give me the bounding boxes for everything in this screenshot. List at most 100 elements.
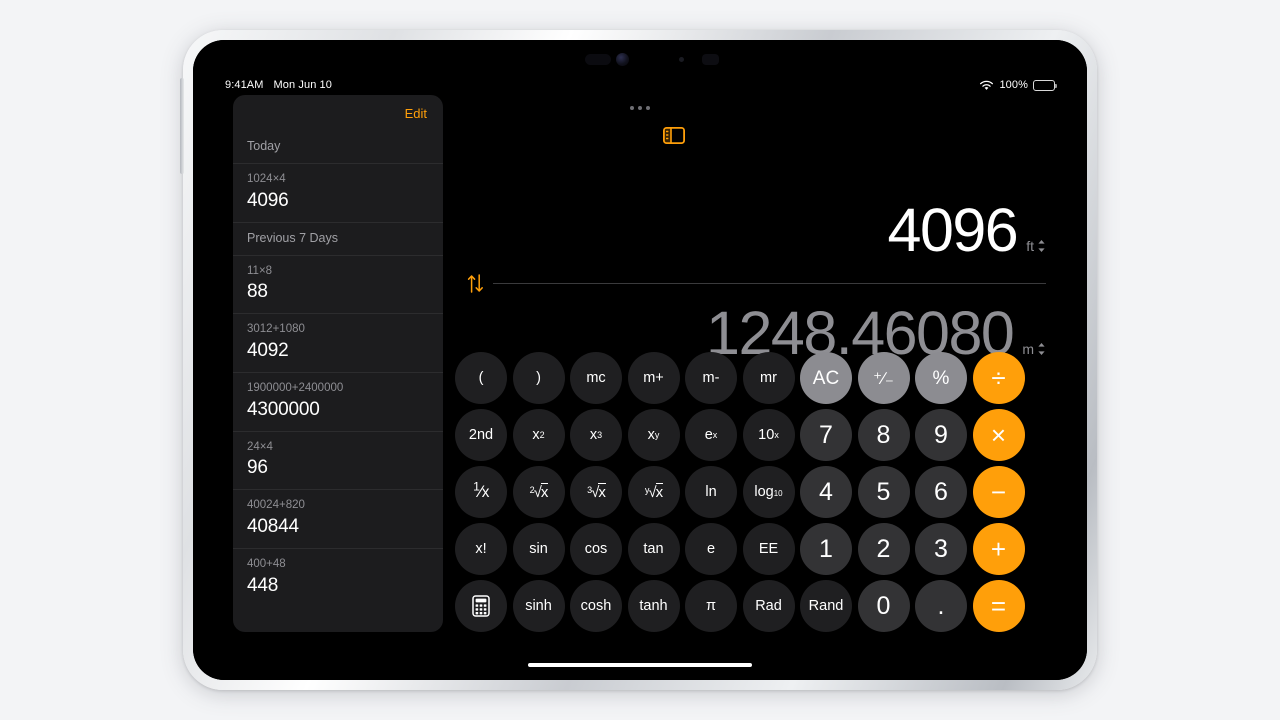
history-expression: 1900000+2400000 <box>247 382 344 395</box>
key-ln[interactable]: ln <box>685 466 737 518</box>
primary-unit-selector[interactable]: ft <box>1026 238 1046 261</box>
history-result: 4092 <box>247 339 289 361</box>
history-expression: 3012+1080 <box>247 323 305 336</box>
key-sin[interactable]: sin <box>512 523 565 575</box>
front-camera-housing-icon <box>585 54 611 65</box>
key-x[interactable]: x! <box>455 523 507 575</box>
key-x[interactable]: y √x <box>627 466 680 518</box>
key-Rand[interactable]: Rand <box>800 580 852 632</box>
key-sinh[interactable]: sinh <box>512 580 565 632</box>
history-result: 4096 <box>247 189 289 211</box>
key-AC[interactable]: AC <box>800 352 852 404</box>
key-e[interactable]: ex <box>685 409 737 461</box>
history-row[interactable]: 400+48 448 <box>233 549 443 607</box>
history-row[interactable]: 3012+1080 4092 <box>233 314 443 374</box>
key-2[interactable]: 2 <box>857 523 910 575</box>
status-bar-left: 9:41AM Mon Jun 10 <box>225 79 332 91</box>
key-x[interactable]: 2 √x <box>512 466 565 518</box>
key-[interactable]: ) <box>512 352 565 404</box>
primary-value-row: 4096 ft <box>455 200 1061 261</box>
key-6[interactable]: 6 <box>915 466 967 518</box>
calculator-keypad: () mc m+ m-mr AC ⁺∕₋% ÷ 2nd x 2 x 3 x y e x 10 x 7 8 9 × 1⁄x 2 √… <box>455 352 1061 632</box>
keypad-row: 2nd x 2 x 3 x y e x 10 x 7 8 9 × <box>455 409 1061 461</box>
key-[interactable]: . <box>915 580 967 632</box>
ambient-light-sensor-icon <box>679 57 684 62</box>
history-section-title: Previous 7 Days <box>233 223 443 256</box>
key-tan[interactable]: tan <box>627 523 680 575</box>
key-5[interactable]: 5 <box>857 466 910 518</box>
key-m[interactable]: m+ <box>627 352 680 404</box>
key-[interactable]: ÷ <box>972 352 1025 404</box>
key-1[interactable]: 1 <box>800 523 852 575</box>
key-[interactable]: ( <box>455 352 507 404</box>
key-[interactable]: = <box>972 580 1025 632</box>
device-side-button[interactable] <box>180 78 184 174</box>
battery-icon <box>1033 79 1057 91</box>
key-EE[interactable]: EE <box>742 523 795 575</box>
keypad-row: 1⁄x 2 √x 3 √x y √x ln log 10 4 5 6− <box>455 466 1061 518</box>
key-7[interactable]: 7 <box>800 409 852 461</box>
keypad-row: sinh cosh tanh π Rad Rand 0. = <box>455 580 1061 632</box>
history-result: 88 <box>247 281 268 303</box>
key-x[interactable]: x3 <box>570 409 622 461</box>
key-x[interactable]: xy <box>627 409 680 461</box>
wifi-icon <box>980 80 994 90</box>
screenshot-stage: 9:41AM Mon Jun 10 100% Edit Today 1024×4… <box>0 0 1280 720</box>
key-4[interactable]: 4 <box>800 466 852 518</box>
key-mc[interactable]: mc <box>570 352 622 404</box>
calculator-main-panel: 4096 ft 1248.46080 m () mc m+ m- mr AC … <box>455 95 1061 640</box>
status-bar: 9:41AM Mon Jun 10 100% <box>193 76 1087 94</box>
key-m[interactable]: m- <box>685 352 737 404</box>
swap-vertical-arrows-icon[interactable] <box>467 274 484 293</box>
key-9[interactable]: 9 <box>915 409 967 461</box>
history-row[interactable]: 24×4 96 <box>233 432 443 491</box>
key-[interactable]: ⁺∕₋ <box>857 352 910 404</box>
key-10[interactable]: 10 x <box>742 409 795 461</box>
home-indicator[interactable] <box>528 663 752 667</box>
history-expression: 11×8 <box>247 264 273 277</box>
history-result: 96 <box>247 457 268 479</box>
key-x[interactable]: 3 √x <box>570 466 622 518</box>
key-[interactable]: π <box>685 580 737 632</box>
primary-unit-label: ft <box>1026 238 1034 254</box>
primary-value: 4096 <box>887 196 1019 264</box>
key-2nd[interactable]: 2nd <box>455 409 507 461</box>
key-tanh[interactable]: tanh <box>627 580 680 632</box>
history-row[interactable]: 1900000+2400000 4300000 <box>233 373 443 432</box>
display-divider <box>493 283 1046 284</box>
key-Rad[interactable]: Rad <box>742 580 795 632</box>
key-log[interactable]: log 10 <box>742 466 795 518</box>
swap-units-row <box>467 274 1061 293</box>
history-expression: 40024+820 <box>247 499 305 512</box>
history-row[interactable]: 11×8 88 <box>233 256 443 315</box>
history-row[interactable]: 40024+820 40844 <box>233 490 443 550</box>
sidebar-header: Edit <box>233 95 443 131</box>
chevron-up-down-icon <box>1038 240 1045 252</box>
history-row[interactable]: 1024×4 4096 <box>233 164 443 223</box>
key-[interactable]: + <box>972 523 1025 575</box>
calculator-mode-button[interactable] <box>455 580 507 632</box>
key-0[interactable]: 0 <box>857 580 910 632</box>
key-[interactable]: − <box>972 466 1025 518</box>
key-x[interactable]: x2 <box>512 409 565 461</box>
key-1x[interactable]: 1⁄x <box>455 466 507 518</box>
key-cos[interactable]: cos <box>570 523 622 575</box>
edit-button[interactable]: Edit <box>403 104 429 123</box>
history-expression: 400+48 <box>247 558 286 571</box>
key-8[interactable]: 8 <box>857 409 910 461</box>
history-list[interactable]: Today 1024×4 4096 Previous 7 Days 11×8 88 3012… <box>233 131 443 632</box>
key-cosh[interactable]: cosh <box>570 580 622 632</box>
infrared-sensor-icon <box>702 54 719 65</box>
key-3[interactable]: 3 <box>915 523 967 575</box>
status-time: 9:41AM <box>225 79 264 91</box>
key-[interactable]: × <box>972 409 1025 461</box>
key-mr[interactable]: mr <box>742 352 795 404</box>
front-sensor-array <box>193 48 1087 74</box>
history-result: 40844 <box>247 515 299 537</box>
front-camera-lens-icon <box>616 53 629 66</box>
key-e[interactable]: e <box>685 523 737 575</box>
history-result: 448 <box>247 574 279 596</box>
history-result: 4300000 <box>247 398 320 420</box>
key-[interactable]: % <box>915 352 967 404</box>
sidebar-toggle-icon[interactable] <box>663 127 685 144</box>
